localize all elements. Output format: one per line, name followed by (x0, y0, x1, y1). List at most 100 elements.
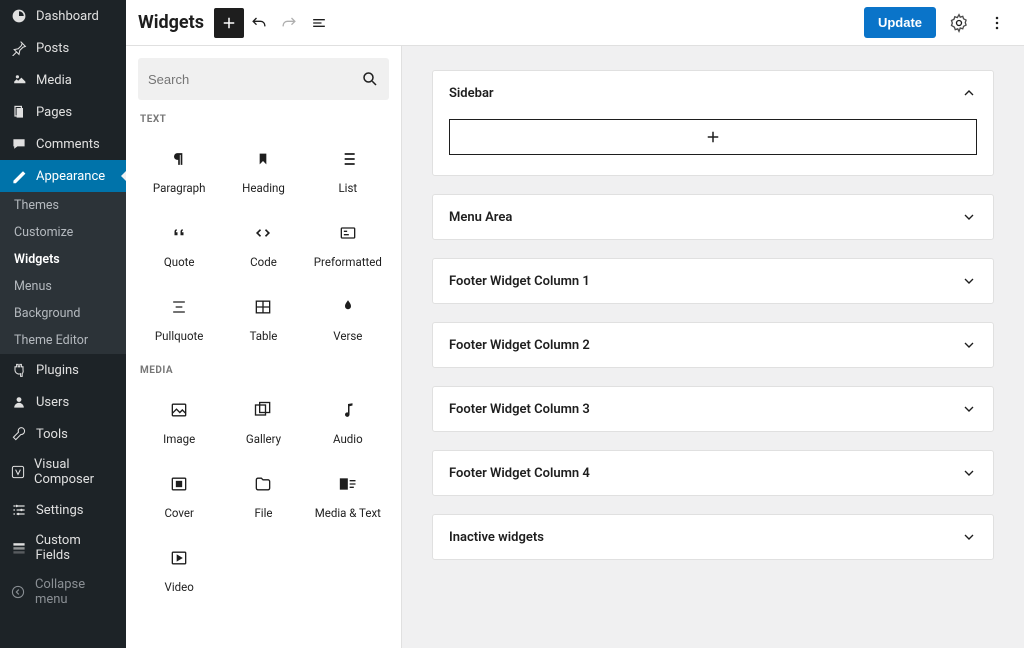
label: Users (36, 395, 69, 410)
label: Dashboard (36, 9, 99, 24)
plug-icon (10, 361, 28, 379)
chevron-down-icon (961, 209, 977, 225)
gallery-icon (251, 398, 275, 422)
submenu-menus[interactable]: Menus (0, 273, 126, 300)
block-verse[interactable]: Verse (307, 281, 389, 353)
admin-sidebar: Dashboard Posts Media Pages Comments App… (0, 0, 126, 648)
category-heading: TEXT (140, 114, 389, 125)
area-header[interactable]: Footer Widget Column 2 (433, 323, 993, 367)
widget-area-inactive: Inactive widgets (432, 514, 994, 560)
chevron-down-icon (961, 273, 977, 289)
comment-icon (10, 135, 28, 153)
label: Collapse menu (35, 577, 116, 607)
collapse-icon (10, 583, 27, 601)
sidebar-item-media[interactable]: Media (0, 64, 126, 96)
page-title: Widgets (138, 12, 204, 33)
redo-button[interactable] (274, 8, 304, 38)
list-view-button[interactable] (304, 8, 334, 38)
search-box (138, 58, 389, 100)
sidebar-item-tools[interactable]: Tools (0, 418, 126, 450)
area-header[interactable]: Menu Area (433, 195, 993, 239)
label: Custom Fields (35, 533, 116, 563)
wrench-icon (10, 425, 28, 443)
widget-area-sidebar: Sidebar (432, 70, 994, 176)
settings-button[interactable] (944, 8, 974, 38)
search-input[interactable] (148, 72, 361, 87)
verse-icon (336, 295, 360, 319)
area-header[interactable]: Sidebar (433, 71, 993, 115)
label: Posts (36, 41, 69, 56)
video-icon (167, 546, 191, 570)
sidebar-item-settings[interactable]: Settings (0, 494, 126, 526)
block-grid-media: Image Gallery Audio Cover File Media & T… (138, 384, 389, 604)
sidebar-item-posts[interactable]: Posts (0, 32, 126, 64)
block-paragraph[interactable]: Paragraph (138, 133, 220, 205)
user-icon (10, 393, 28, 411)
sidebar-item-pages[interactable]: Pages (0, 96, 126, 128)
block-code[interactable]: Code (222, 207, 304, 279)
block-quote[interactable]: Quote (138, 207, 220, 279)
sidebar-item-collapse[interactable]: Collapse menu (0, 570, 126, 614)
dashboard-icon (10, 7, 28, 25)
area-header[interactable]: Footer Widget Column 3 (433, 387, 993, 431)
update-button[interactable]: Update (864, 7, 936, 38)
block-image[interactable]: Image (138, 384, 220, 456)
pin-icon (10, 39, 28, 57)
submenu-theme-editor[interactable]: Theme Editor (0, 327, 126, 354)
quote-icon (167, 221, 191, 245)
sidebar-item-appearance[interactable]: Appearance (0, 160, 126, 192)
block-media-text[interactable]: Media & Text (307, 458, 389, 530)
block-file[interactable]: File (222, 458, 304, 530)
settings-icon (10, 501, 28, 519)
sidebar-item-dashboard[interactable]: Dashboard (0, 0, 126, 32)
media-icon (10, 71, 28, 89)
block-gallery[interactable]: Gallery (222, 384, 304, 456)
block-audio[interactable]: Audio (307, 384, 389, 456)
search-icon[interactable] (361, 70, 379, 88)
more-options-button[interactable] (982, 8, 1012, 38)
label: Appearance (36, 169, 105, 184)
sidebar-item-custom-fields[interactable]: Custom Fields (0, 526, 126, 570)
table-icon (251, 295, 275, 319)
submenu-themes[interactable]: Themes (0, 192, 126, 219)
submenu-background[interactable]: Background (0, 300, 126, 327)
widget-areas: Sidebar Menu Area Footer Widget Column 1 (402, 46, 1024, 648)
submenu-widgets[interactable]: Widgets (0, 246, 126, 273)
block-video[interactable]: Video (138, 532, 220, 604)
block-table[interactable]: Table (222, 281, 304, 353)
add-widget-button[interactable] (449, 119, 977, 155)
paragraph-icon (167, 147, 191, 171)
chevron-up-icon (961, 85, 977, 101)
add-block-button[interactable] (214, 8, 244, 38)
visual-composer-icon (10, 463, 26, 481)
block-cover[interactable]: Cover (138, 458, 220, 530)
block-pullquote[interactable]: Pullquote (138, 281, 220, 353)
chevron-down-icon (961, 465, 977, 481)
preformatted-icon (336, 221, 360, 245)
undo-button[interactable] (244, 8, 274, 38)
widget-area-menu: Menu Area (432, 194, 994, 240)
main: Widgets Update TEXT Paragraph Heading Li… (126, 0, 1024, 648)
area-header[interactable]: Footer Widget Column 1 (433, 259, 993, 303)
category-heading: MEDIA (140, 365, 389, 376)
custom-fields-icon (10, 539, 27, 557)
label: Media (36, 73, 72, 88)
area-header[interactable]: Inactive widgets (433, 515, 993, 559)
chevron-down-icon (961, 337, 977, 353)
code-icon (251, 221, 275, 245)
widget-area-footer-4: Footer Widget Column 4 (432, 450, 994, 496)
sidebar-item-comments[interactable]: Comments (0, 128, 126, 160)
sidebar-item-users[interactable]: Users (0, 386, 126, 418)
block-list[interactable]: List (307, 133, 389, 205)
block-inserter: TEXT Paragraph Heading List Quote Code P… (126, 46, 402, 648)
image-icon (167, 398, 191, 422)
label: Plugins (36, 363, 79, 378)
block-preformatted[interactable]: Preformatted (307, 207, 389, 279)
sidebar-item-visual-composer[interactable]: Visual Composer (0, 450, 126, 494)
area-header[interactable]: Footer Widget Column 4 (433, 451, 993, 495)
sidebar-item-plugins[interactable]: Plugins (0, 354, 126, 386)
media-text-icon (336, 472, 360, 496)
block-heading[interactable]: Heading (222, 133, 304, 205)
submenu-customize[interactable]: Customize (0, 219, 126, 246)
block-grid-text: Paragraph Heading List Quote Code Prefor… (138, 133, 389, 353)
